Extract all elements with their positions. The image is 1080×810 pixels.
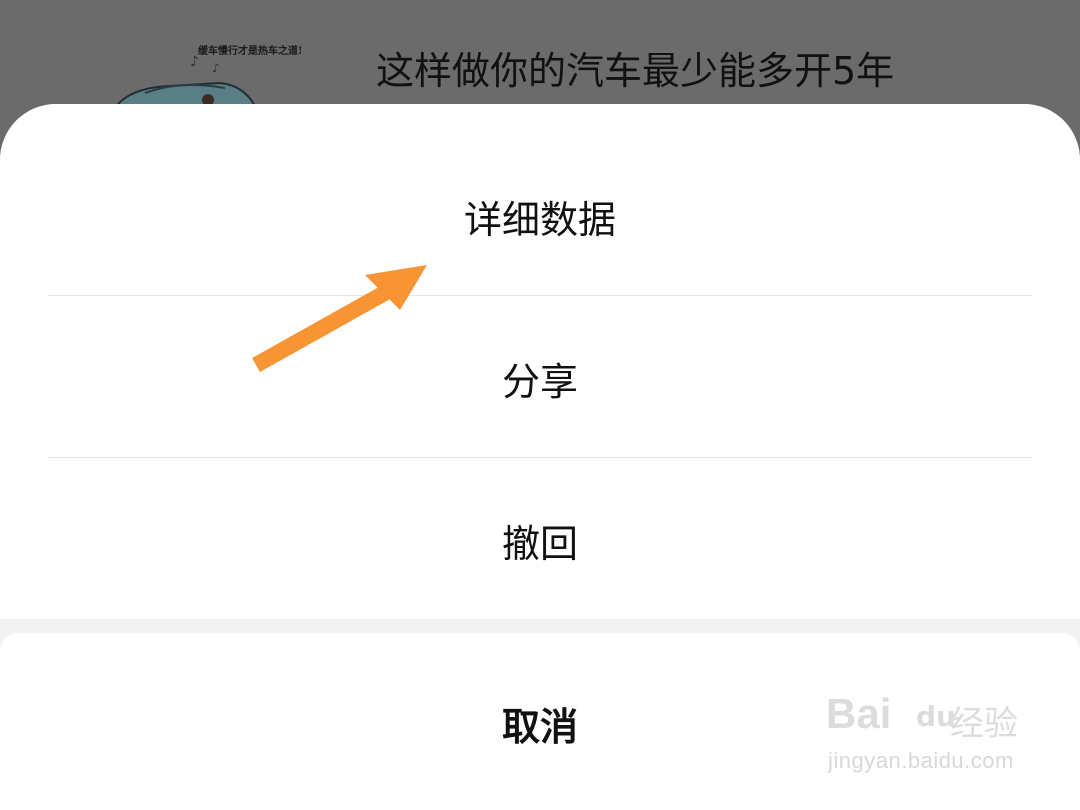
watermark-brand-cn: 经验: [950, 704, 1018, 744]
divider: [48, 457, 1032, 458]
menu-item-details[interactable]: 详细数据: [0, 136, 1080, 296]
svg-text:♪: ♪: [212, 61, 220, 75]
watermark-brand-latin: Bai: [826, 690, 892, 737]
baidu-jingyan-watermark: Bai du 经验 jingyan.baidu.com: [826, 690, 1036, 790]
article-title: 这样做你的汽车最少能多开5年: [376, 49, 895, 93]
thumbnail-caption: 缓车慢行才是热车之道!: [198, 46, 303, 57]
divider: [48, 295, 1032, 296]
menu-item-recall[interactable]: 撤回: [0, 460, 1080, 620]
menu-item-share[interactable]: 分享: [0, 298, 1080, 458]
watermark-url: jingyan.baidu.com: [828, 748, 1014, 773]
action-menu-group: 详细数据 分享 撤回: [0, 104, 1080, 619]
